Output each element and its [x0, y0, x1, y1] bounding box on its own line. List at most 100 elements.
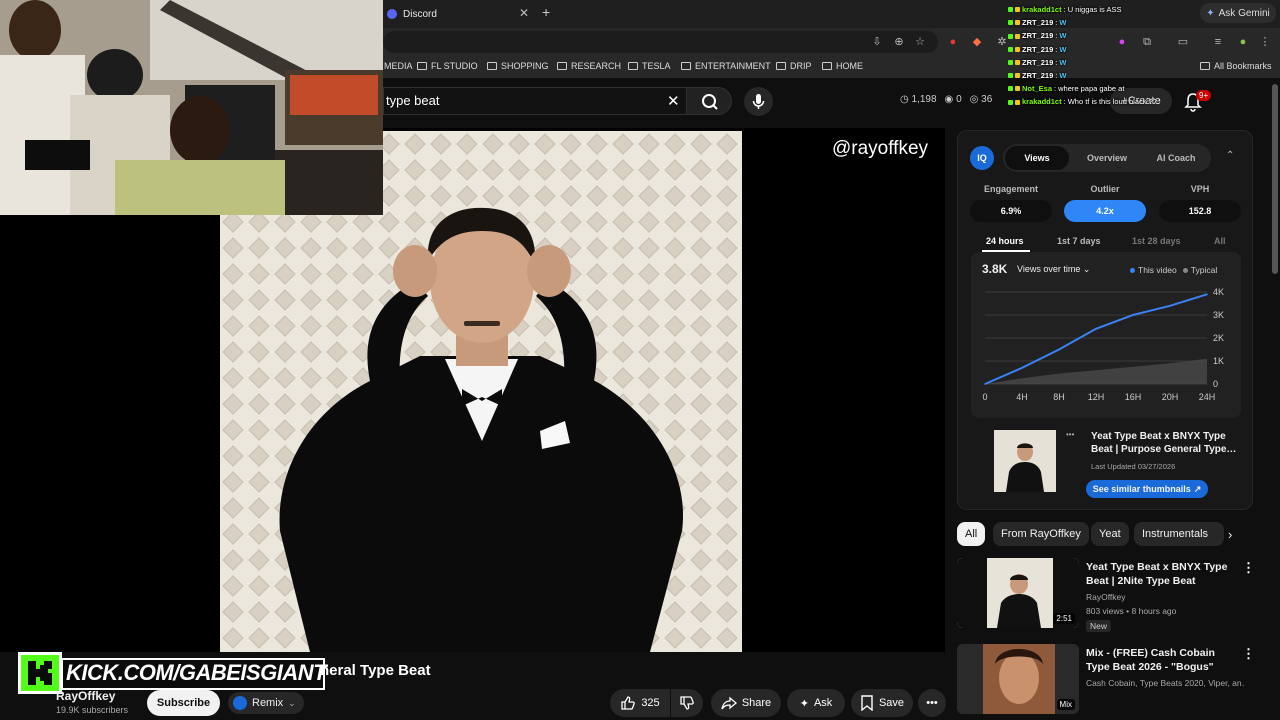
omnibox[interactable]: [383, 31, 938, 53]
remix-button[interactable]: Remix ⌄: [228, 692, 304, 714]
profile-avatar-icon[interactable]: ●: [1236, 35, 1250, 49]
range-all[interactable]: All: [1214, 236, 1226, 246]
chat-badge-icon: [1008, 86, 1013, 92]
remix-label: Remix: [252, 697, 284, 709]
range-24-hours[interactable]: 24 hours: [986, 236, 1024, 246]
external-link-icon: ↗: [1193, 483, 1202, 494]
extension-orange-icon[interactable]: ◆: [970, 35, 984, 49]
bookmark-tesla[interactable]: TESLA: [628, 61, 671, 71]
bookmark-entertainment[interactable]: ENTERTAINMENT: [681, 61, 771, 71]
chat-username[interactable]: ZRT_219: [1022, 43, 1053, 56]
bookmark-star-icon[interactable]: ☆: [913, 35, 927, 49]
chat-username[interactable]: krakadd1ct: [1022, 3, 1062, 16]
sparkle-icon: ✦: [1206, 7, 1215, 19]
views-dropdown[interactable]: Views over time ⌄: [1017, 264, 1090, 275]
chip-instrumentals[interactable]: Instrumentals: [1134, 522, 1224, 546]
extension-red-icon[interactable]: ●: [946, 35, 960, 49]
chat-badge-icon: [1008, 59, 1013, 65]
install-icon[interactable]: ⇩: [870, 35, 884, 49]
x-tick-label: 16H: [1125, 392, 1142, 402]
all-bookmarks[interactable]: All Bookmarks: [1200, 61, 1272, 71]
range-28-days[interactable]: 1st 28 days: [1132, 236, 1181, 246]
rec-channel[interactable]: RayOffkey: [1086, 592, 1126, 602]
thumbnail-more-icon[interactable]: •••: [1066, 430, 1074, 439]
tab-views[interactable]: Views: [1005, 146, 1069, 170]
eye-icon: ◉ 0: [944, 94, 962, 105]
bookmark-home[interactable]: HOME: [822, 61, 863, 71]
new-tab-icon[interactable]: +: [542, 4, 550, 20]
typical-series-area: [985, 358, 1207, 384]
chat-username[interactable]: ZRT_219: [1022, 29, 1053, 42]
chat-text: W: [1059, 44, 1067, 54]
voice-search-button[interactable]: [744, 87, 773, 116]
menu-dots-icon[interactable]: ⋮: [1258, 35, 1272, 49]
rec-thumbnail[interactable]: 2:51: [957, 558, 1079, 628]
legend-typical: Typical: [1182, 265, 1217, 275]
chat-username[interactable]: ZRT_219: [1022, 56, 1053, 69]
x-tick-label: 8H: [1053, 392, 1065, 402]
like-count: 325: [641, 697, 660, 709]
save-button[interactable]: Save: [851, 689, 913, 717]
search-input[interactable]: type beat: [383, 87, 686, 115]
tab-ai-coach[interactable]: AI Coach: [1143, 144, 1209, 172]
vidiq-logo: IQ: [970, 146, 994, 170]
chips-next-icon[interactable]: ›: [1228, 527, 1232, 542]
chip-from-rayoffkey[interactable]: From RayOffkey: [993, 522, 1089, 546]
notification-badge: 9+: [1196, 90, 1212, 101]
extension-gear-icon[interactable]: ✲: [995, 35, 1009, 49]
chat-message: ZRT_219: W: [1008, 29, 1198, 42]
x-tick-label: 12H: [1088, 392, 1105, 402]
reading-list-icon[interactable]: ≡: [1211, 35, 1225, 49]
dislike-button[interactable]: [671, 689, 703, 717]
like-button[interactable]: 325: [610, 689, 670, 717]
bookmark-label: FL STUDIO: [431, 61, 478, 71]
rec-title[interactable]: Yeat Type Beat x BNYX Type Beat | 2Nite …: [1086, 560, 1236, 588]
chat-text: W: [1059, 57, 1067, 67]
rec-channel[interactable]: Cash Cobain, Type Beats 2020, Viper, an…: [1086, 678, 1244, 688]
bookmark-research[interactable]: RESEARCH: [557, 61, 621, 71]
see-similar-thumbnails-button[interactable]: See similar thumbnails ↗: [1086, 480, 1208, 498]
bookmark-label: TESLA: [642, 61, 671, 71]
tab-overview[interactable]: Overview: [1075, 144, 1139, 172]
channel-name[interactable]: RayOffkey: [56, 689, 115, 703]
collapse-chevron-icon[interactable]: ⌃: [1226, 150, 1234, 161]
chat-username[interactable]: krakadd1ct: [1022, 95, 1062, 108]
chat-message: krakadd1ct: Who tf is this loud black ??: [1008, 95, 1198, 108]
chat-message: Not_Esa: where papa gabe at: [1008, 82, 1198, 95]
search-button[interactable]: [686, 87, 732, 115]
ask-gemini-button[interactable]: ✦ Ask Gemini: [1200, 3, 1276, 23]
metric-label-outlier: Outlier: [1090, 184, 1120, 194]
chevron-down-icon: ⌄: [1082, 264, 1091, 274]
subscribe-button[interactable]: Subscribe: [147, 690, 220, 716]
thumbs-up-icon: [621, 696, 636, 710]
chat-badge-icon: [1015, 86, 1020, 92]
similar-thumbnail[interactable]: [994, 430, 1056, 492]
rec-title[interactable]: Mix - (FREE) Cash Cobain Type Beat 2026 …: [1086, 646, 1236, 674]
ask-button[interactable]: ✦ Ask: [787, 689, 845, 717]
chat-username[interactable]: Not_Esa: [1022, 82, 1052, 95]
rec-menu-icon[interactable]: ⋮: [1242, 646, 1255, 662]
chat-username[interactable]: ZRT_219: [1022, 69, 1053, 82]
chat-separator: :: [1055, 31, 1058, 41]
chip-yeat[interactable]: Yeat: [1091, 522, 1129, 546]
bookmark-drip[interactable]: DRIP: [776, 61, 812, 71]
chat-separator: :: [1063, 97, 1066, 107]
chat-message: ZRT_219: W: [1008, 56, 1198, 69]
chat-username[interactable]: ZRT_219: [1022, 16, 1053, 29]
zoom-icon[interactable]: ⊕: [892, 35, 906, 49]
bookmark-shopping[interactable]: SHOPPING: [487, 61, 549, 71]
layers-icon: ◎ 36: [969, 94, 993, 105]
range-7-days[interactable]: 1st 7 days: [1057, 236, 1101, 246]
share-button[interactable]: Share: [711, 689, 781, 717]
more-actions-button[interactable]: •••: [918, 689, 946, 717]
scrollbar[interactable]: [1272, 84, 1278, 274]
close-tab-icon[interactable]: ✕: [519, 6, 529, 20]
vidiq-tabs: Views Overview AI Coach: [1003, 144, 1211, 172]
bookmark-media[interactable]: MEDIA: [384, 61, 413, 71]
bookmark-fl-studio[interactable]: FL STUDIO: [417, 61, 478, 71]
chip-all[interactable]: All: [957, 522, 986, 546]
tab-discord[interactable]: Discord: [383, 3, 538, 25]
rec-thumbnail[interactable]: Mix: [957, 644, 1079, 714]
clear-search-icon[interactable]: ✕: [667, 92, 680, 110]
rec-menu-icon[interactable]: ⋮: [1242, 560, 1255, 576]
